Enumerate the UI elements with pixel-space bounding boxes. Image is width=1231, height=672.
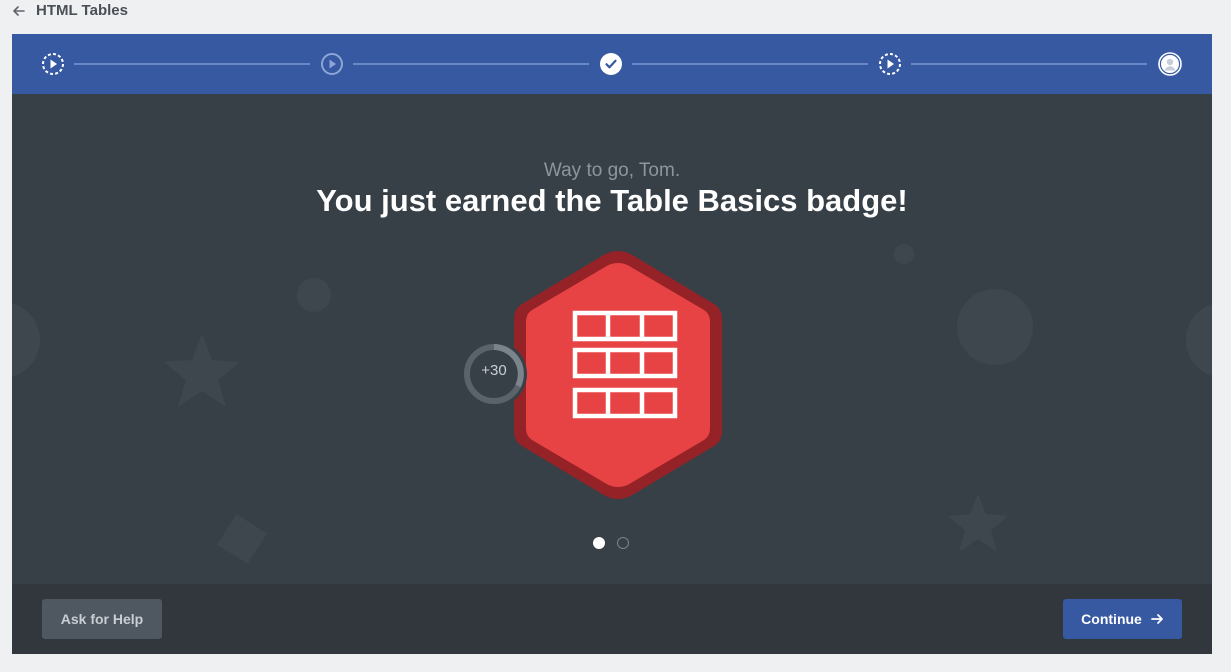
- ask-for-help-button[interactable]: Ask for Help: [42, 599, 162, 639]
- step-2[interactable]: [320, 52, 344, 76]
- badge-headline: You just earned the Table Basics badge!: [316, 183, 908, 218]
- step-1[interactable]: [41, 52, 65, 76]
- continue-label: Continue: [1081, 611, 1142, 627]
- progress-track: [74, 63, 310, 65]
- greeting-text: Way to go, Tom.: [543, 160, 681, 181]
- play-dashed-icon: [879, 53, 901, 75]
- progress-bar: [12, 34, 1212, 94]
- checkmark-icon: [600, 53, 622, 75]
- arrow-right-icon: [1150, 614, 1163, 624]
- celebration-stage: Way to go, Tom. You just earned the Tabl…: [12, 94, 1212, 584]
- top-bar: HTML Tables: [0, 0, 1231, 34]
- lesson-panel: Way to go, Tom. You just earned the Tabl…: [12, 34, 1212, 654]
- pager-dot-2[interactable]: [617, 537, 629, 549]
- step-4[interactable]: [878, 52, 902, 76]
- play-dashed-icon: [42, 53, 64, 75]
- pager-dot-1[interactable]: [593, 537, 605, 549]
- table-basics-badge: [490, 247, 746, 503]
- step-3[interactable]: [599, 52, 623, 76]
- arrow-left-icon[interactable]: [11, 3, 27, 19]
- play-icon: [321, 53, 343, 75]
- progress-track: [353, 63, 589, 65]
- page-title: HTML Tables: [36, 2, 128, 19]
- footer-bar: Ask for Help Continue: [12, 584, 1212, 654]
- continue-button[interactable]: Continue: [1063, 599, 1182, 639]
- points-value: +30: [481, 362, 507, 379]
- step-5[interactable]: [1158, 52, 1182, 76]
- pager-dots: [593, 537, 633, 551]
- progress-track: [911, 63, 1147, 65]
- progress-track: [632, 63, 868, 65]
- table-grid-icon: [514, 251, 722, 499]
- user-icon: [1158, 52, 1182, 76]
